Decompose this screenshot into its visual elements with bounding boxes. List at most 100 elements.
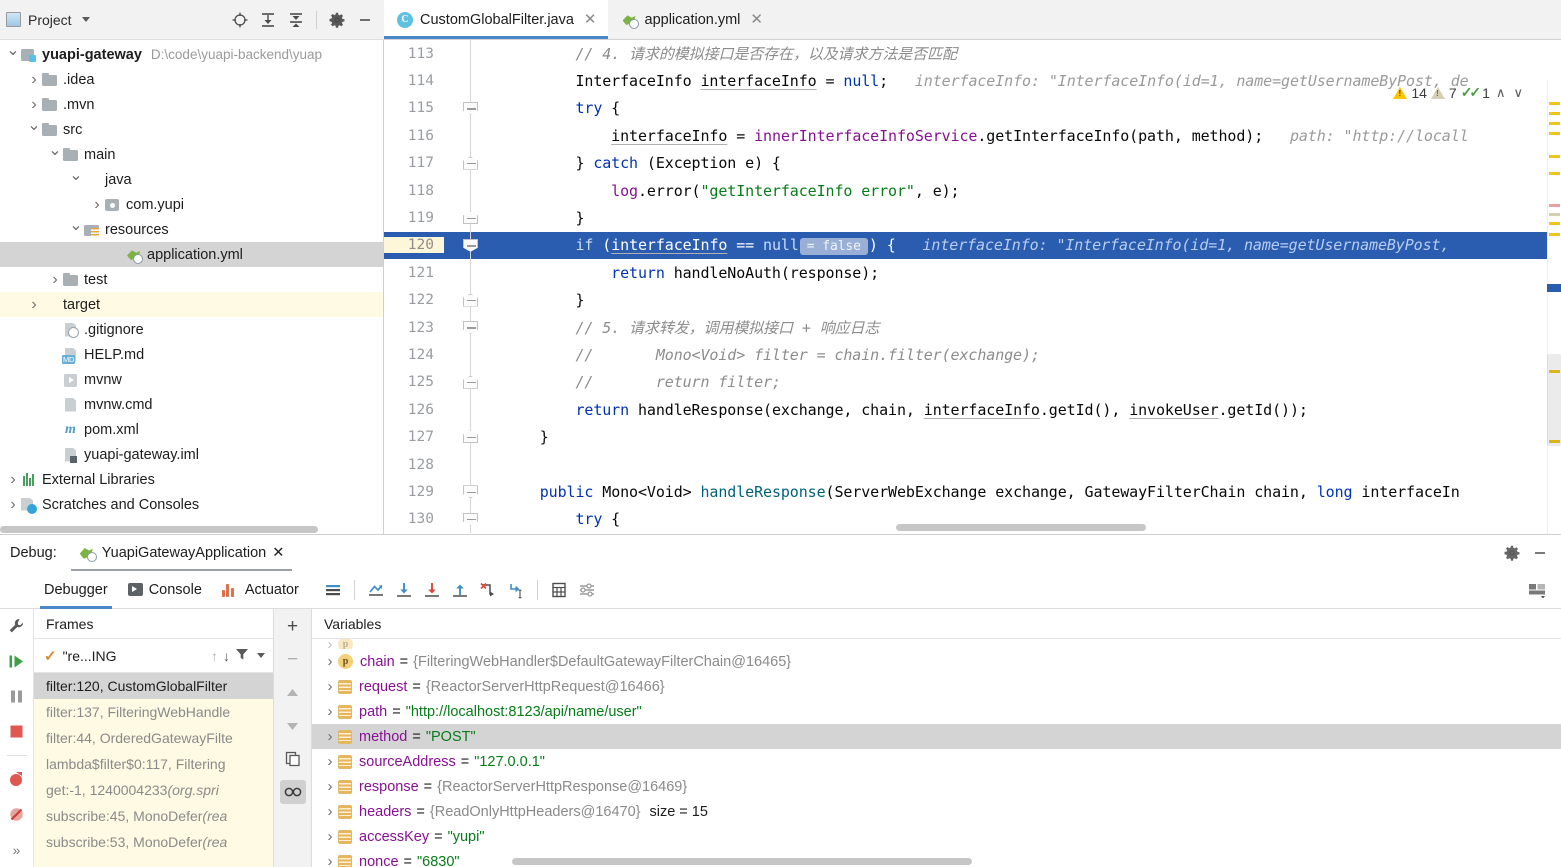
run-to-cursor-icon[interactable]: [502, 576, 530, 604]
code-line-117[interactable]: 117 } catch (Exception e) {: [384, 149, 1561, 177]
fold-end-icon[interactable]: [463, 156, 478, 170]
fold-gutter[interactable]: [444, 67, 504, 95]
frames-list[interactable]: filter:120, CustomGlobalFilter filter:137…: [34, 673, 273, 867]
tab-debugger[interactable]: Debugger: [34, 571, 118, 609]
chevron-right-icon[interactable]: [48, 271, 62, 289]
tab-console[interactable]: Console: [118, 571, 212, 609]
up-arrow-icon[interactable]: ↑: [211, 648, 218, 664]
fold-collapse-icon[interactable]: [463, 238, 478, 252]
tree-node-test[interactable]: test: [0, 267, 383, 292]
code-line-126[interactable]: 126 return handleResponse(exchange, chai…: [384, 396, 1561, 424]
step-into-icon[interactable]: [418, 576, 446, 604]
fold-gutter[interactable]: [444, 450, 504, 479]
editor-marker[interactable]: [1549, 222, 1560, 225]
chevron-right-icon[interactable]: ›: [322, 828, 338, 845]
tree-node-external-libraries[interactable]: External Libraries: [0, 467, 383, 492]
editor-marker[interactable]: [1549, 155, 1560, 158]
chevron-right-icon[interactable]: [27, 296, 41, 314]
code-line-115[interactable]: 115 try {: [384, 94, 1561, 123]
code-line-129[interactable]: 129 public Mono<Void> handleResponse(Ser…: [384, 478, 1561, 506]
fold-gutter[interactable]: [444, 40, 504, 68]
variable-row[interactable]: › p chain = {FilteringWebHandler$DefaultGate…: [312, 649, 1561, 674]
tree-node-src[interactable]: src: [0, 117, 383, 142]
fold-gutter[interactable]: [444, 259, 504, 287]
editor-tab-application-yml[interactable]: application.yml ✕: [607, 0, 774, 39]
fold-gutter[interactable]: [444, 94, 504, 123]
chevron-right-icon[interactable]: ›: [322, 778, 338, 795]
chevron-right-icon[interactable]: [27, 96, 41, 114]
code-line-120[interactable]: 120 if (interfaceInfo == null = false) { …: [384, 231, 1561, 260]
tree-node-yuapi-gateway-iml[interactable]: yuapi-gateway.iml: [0, 442, 383, 467]
tree-node-gitignore[interactable]: .gitignore: [0, 317, 383, 342]
frame-item[interactable]: filter:120, CustomGlobalFilter: [34, 673, 273, 699]
variables-list[interactable]: › p › p chain = {FilteringWebHandler$DefaultGa…: [312, 639, 1561, 867]
chevron-right-icon[interactable]: [6, 496, 20, 514]
collapse-all-icon[interactable]: [283, 7, 309, 33]
hide-panel-icon[interactable]: [352, 7, 378, 33]
locate-icon[interactable]: [227, 7, 253, 33]
variables-horizontal-scrollbar[interactable]: [312, 858, 1561, 867]
variable-row[interactable]: › accessKey = "yupi": [312, 824, 1561, 849]
code-line-124[interactable]: 124 // Mono<Void> filter = chain.filter(…: [384, 341, 1561, 369]
move-down-icon[interactable]: [280, 714, 306, 738]
editor-marker[interactable]: [1549, 102, 1560, 105]
frame-item[interactable]: subscribe:45, MonoDefer (rea: [34, 803, 273, 829]
settings-wrench-icon[interactable]: [4, 615, 30, 638]
frame-item[interactable]: lambda$filter$0:117, Filtering: [34, 751, 273, 777]
frame-item[interactable]: filter:137, FilteringWebHandle: [34, 699, 273, 725]
chevron-right-icon[interactable]: ›: [322, 803, 338, 820]
variable-row[interactable]: › request = {ReactorServerHttpRequest@16466…: [312, 674, 1561, 699]
evaluate-expression-icon[interactable]: [545, 576, 573, 604]
variable-row[interactable]: › path = "http://localhost:8123/api/name/us…: [312, 699, 1561, 724]
fold-gutter[interactable]: [444, 423, 504, 451]
variables-row-clipped[interactable]: › p: [312, 639, 1561, 649]
show-execution-point-icon[interactable]: [362, 576, 390, 604]
tree-node-mvnw-cmd[interactable]: mvnw.cmd: [0, 392, 383, 417]
variable-row[interactable]: › method = "POST": [312, 724, 1561, 749]
code-line-121[interactable]: 121 return handleNoAuth(response);: [384, 259, 1561, 287]
code-line-123[interactable]: 123 // 5. 请求转发，调用模拟接口 + 响应日志: [384, 313, 1561, 342]
frame-item[interactable]: get:-1, 1240004233 (org.spri: [34, 777, 273, 803]
chevron-right-icon[interactable]: ›: [322, 678, 338, 695]
close-icon[interactable]: ✕: [584, 12, 597, 27]
move-up-icon[interactable]: [280, 681, 306, 705]
chevron-right-icon[interactable]: ›: [322, 753, 338, 770]
tree-node-scratches-and-consoles[interactable]: Scratches and Consoles: [0, 492, 383, 517]
code-lines[interactable]: 113 // 4. 请求的模拟接口是否存在，以及请求方法是否匹配 114 Inte…: [384, 40, 1561, 534]
variable-row[interactable]: › response = {ReactorServerHttpResponse@164…: [312, 774, 1561, 799]
editor-marker-bar[interactable]: [1547, 80, 1561, 534]
fold-gutter[interactable]: [444, 341, 504, 369]
chevron-right-icon[interactable]: ›: [322, 728, 338, 745]
fold-end-icon[interactable]: [463, 430, 478, 444]
tree-node-mvn[interactable]: .mvn: [0, 92, 383, 117]
gear-icon[interactable]: [1499, 540, 1525, 566]
fold-gutter[interactable]: [444, 176, 504, 205]
code-line-125[interactable]: 125 // return filter;: [384, 368, 1561, 397]
code-line-127[interactable]: 127 }: [384, 423, 1561, 451]
project-panel-title[interactable]: Project: [6, 12, 90, 28]
frame-item[interactable]: filter:44, OrderedGatewayFilte: [34, 725, 273, 751]
fold-gutter[interactable]: [444, 368, 504, 397]
chevron-right-icon[interactable]: [6, 471, 20, 489]
remove-watch-icon[interactable]: −: [280, 648, 306, 672]
code-line-113[interactable]: 113 // 4. 请求的模拟接口是否存在，以及请求方法是否匹配: [384, 40, 1561, 68]
tree-node-resources[interactable]: resources: [0, 217, 383, 242]
tree-node-target[interactable]: target: [0, 292, 383, 317]
editor-marker[interactable]: [1549, 204, 1560, 207]
editor-tab-customglobalfilter[interactable]: C CustomGlobalFilter.java ✕: [384, 0, 608, 39]
code-line-118[interactable]: 118 log.error("getInterfaceInfo error", …: [384, 176, 1561, 205]
fold-end-icon[interactable]: [463, 293, 478, 307]
expand-all-icon[interactable]: [255, 7, 281, 33]
fold-end-icon[interactable]: [463, 211, 478, 225]
chevron-down-icon[interactable]: [69, 227, 83, 233]
step-out-icon[interactable]: [446, 576, 474, 604]
chevron-right-icon[interactable]: [90, 196, 104, 214]
fold-gutter[interactable]: [444, 231, 504, 260]
tree-node-com-yupi[interactable]: com.yupi: [0, 192, 383, 217]
tree-node-main[interactable]: main: [0, 142, 383, 167]
editor-marker[interactable]: [1549, 122, 1560, 125]
fold-gutter[interactable]: [444, 204, 504, 232]
tab-actuator[interactable]: Actuator: [212, 571, 309, 609]
tree-node-application-yml[interactable]: application.yml: [0, 242, 383, 267]
tree-node-help-md[interactable]: HELP.md: [0, 342, 383, 367]
